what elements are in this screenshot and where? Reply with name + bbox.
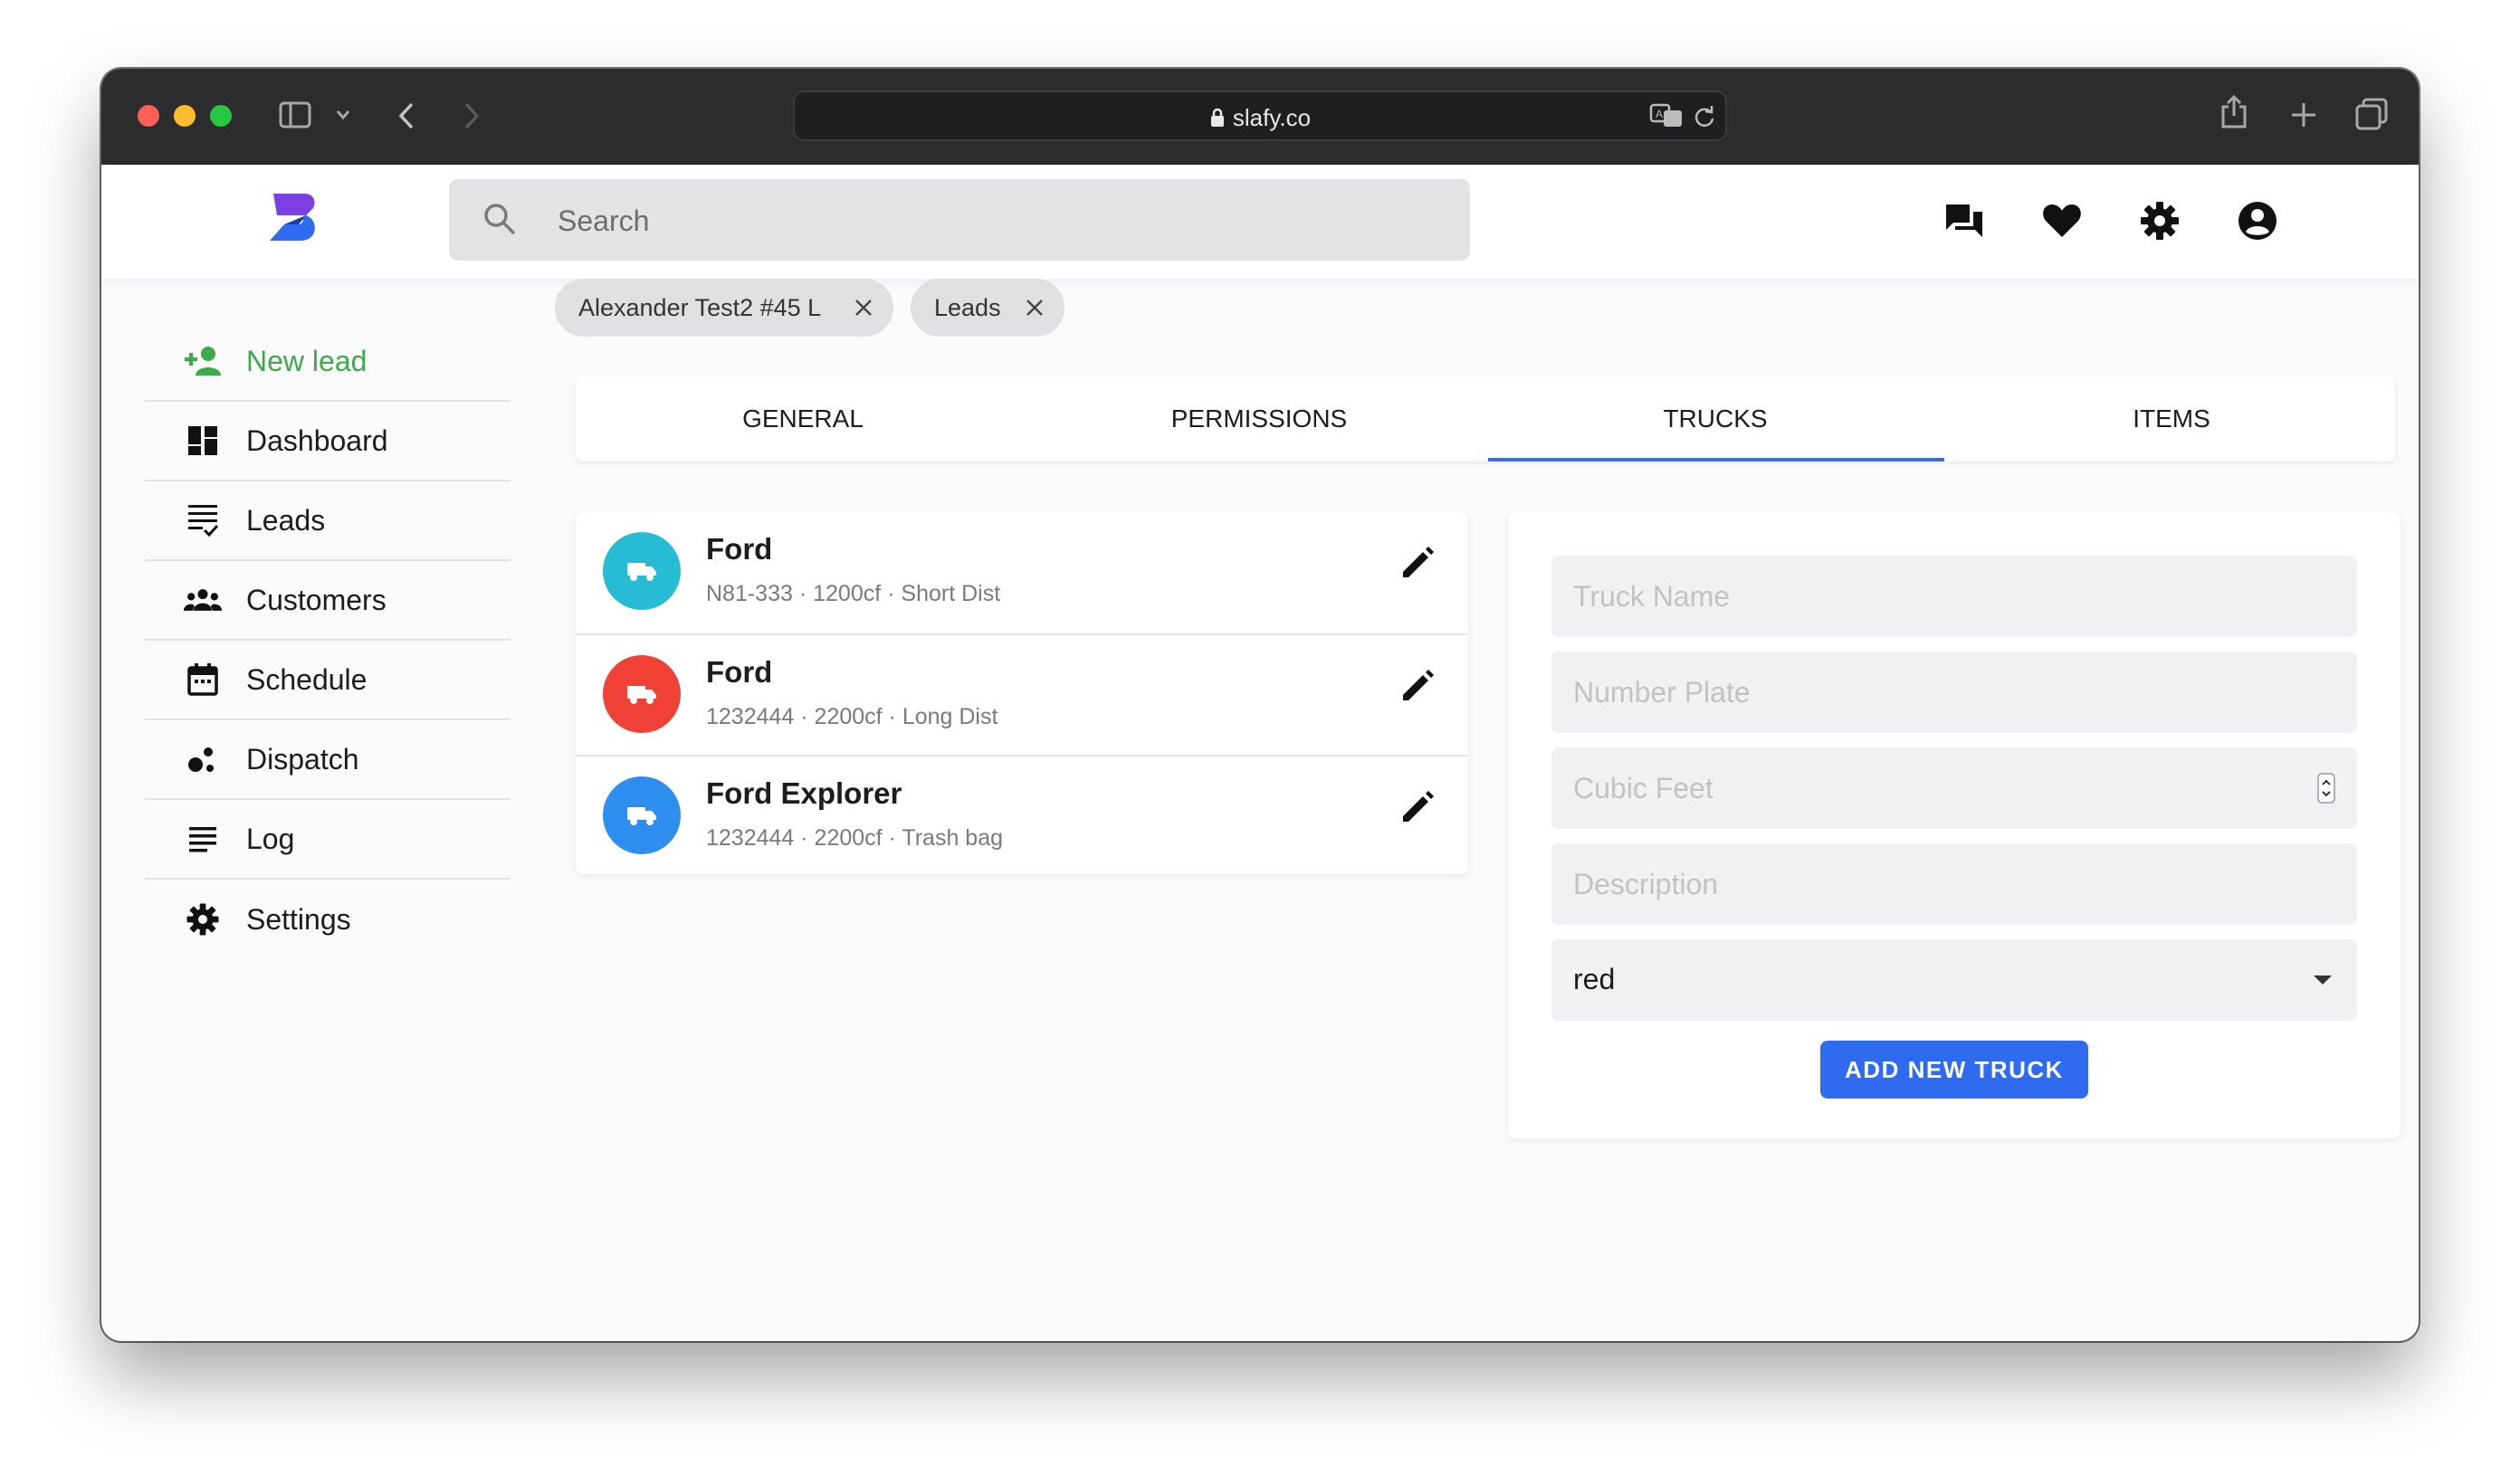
lines-icon	[183, 819, 223, 859]
account-icon[interactable]	[2236, 199, 2279, 243]
cubic-feet-input[interactable]	[1551, 747, 2357, 829]
edit-icon[interactable]	[1398, 787, 1437, 827]
translate-icon[interactable]: A	[1649, 103, 1684, 128]
close-window-button[interactable]	[138, 105, 159, 127]
bubble-chart-icon	[183, 739, 223, 779]
truck-icon	[627, 563, 656, 581]
tab-items[interactable]: ITEMS	[1944, 376, 2399, 462]
add-truck-form: red ADD NEW TRUCK	[1508, 512, 2401, 1138]
number-stepper-icon[interactable]	[2317, 773, 2335, 804]
cubic-feet-wrapper	[1551, 747, 2357, 829]
active-tab-indicator	[1488, 458, 1944, 462]
truck-icon	[627, 807, 656, 825]
caret-down-icon	[2314, 975, 2332, 985]
breadcrumb-chip-lead[interactable]: Alexander Test2 #45 L	[555, 279, 893, 337]
truck-avatar	[603, 776, 681, 854]
svg-text:A: A	[1656, 108, 1663, 120]
dashboard-icon	[183, 421, 223, 461]
browser-window: slafy.co A Search Alexander Test2 #45 L …	[101, 69, 2419, 1341]
chevron-down-icon[interactable]	[335, 109, 351, 121]
browser-toolbar: slafy.co A	[101, 69, 2419, 165]
url-label: slafy.co	[1232, 104, 1312, 131]
share-icon[interactable]	[2219, 94, 2248, 130]
edit-icon[interactable]	[1398, 543, 1437, 583]
truck-details: N81-333 · 1200cf · Short Dist	[706, 581, 1001, 606]
minimize-window-button[interactable]	[174, 105, 196, 127]
tabs-overview-icon[interactable]	[2355, 98, 2388, 130]
truck-list: Ford N81-333 · 1200cf · Short Dist Ford …	[576, 512, 1468, 874]
sidebar-toggle-icon[interactable]	[279, 101, 311, 128]
tab-general[interactable]: GENERAL	[576, 376, 1030, 462]
app-header: Search	[101, 165, 2419, 279]
sidebar-item-settings[interactable]: Settings	[145, 880, 511, 959]
person-add-icon	[183, 341, 223, 381]
search-icon	[484, 204, 516, 235]
chat-icon[interactable]	[1942, 199, 1986, 243]
truck-avatar	[603, 532, 681, 610]
new-tab-icon[interactable]	[2290, 101, 2317, 128]
sidebar-item-dashboard[interactable]: Dashboard	[145, 402, 511, 481]
truck-name-input[interactable]	[1551, 556, 2357, 637]
tab-bar: GENERAL PERMISSIONS TRUCKS ITEMS	[576, 376, 2395, 462]
sidebar-item-log[interactable]: Log	[145, 800, 511, 880]
description-input[interactable]	[1551, 843, 2357, 925]
reload-icon[interactable]	[1693, 105, 1716, 128]
gear-icon	[183, 899, 223, 939]
back-icon[interactable]	[396, 101, 416, 130]
truck-row[interactable]: Ford N81-333 · 1200cf · Short Dist	[576, 512, 1468, 633]
forward-icon[interactable]	[462, 101, 482, 130]
sidebar-item-schedule[interactable]: Schedule	[145, 641, 511, 720]
truck-name: Ford Explorer	[706, 776, 902, 810]
close-icon[interactable]	[1025, 298, 1045, 318]
people-icon	[183, 580, 223, 620]
color-select[interactable]: red	[1551, 939, 2357, 1021]
color-select-value: red	[1573, 963, 1616, 995]
sidebar-item-new-lead[interactable]: New lead	[145, 322, 511, 402]
truck-row[interactable]: Ford Explorer 1232444 · 2200cf · Trash b…	[576, 755, 1468, 878]
slafy-logo[interactable]	[264, 188, 322, 246]
lock-icon	[1209, 107, 1226, 135]
sidebar-item-dispatch[interactable]: Dispatch	[145, 720, 511, 800]
tab-trucks[interactable]: TRUCKS	[1488, 376, 1942, 462]
list-check-icon	[183, 500, 223, 540]
number-plate-input[interactable]	[1551, 652, 2357, 733]
tab-permissions[interactable]: PERMISSIONS	[1032, 376, 1486, 462]
add-new-truck-button[interactable]: ADD NEW TRUCK	[1820, 1041, 2088, 1099]
sidebar-item-leads[interactable]: Leads	[145, 481, 511, 561]
gear-icon[interactable]	[2138, 199, 2181, 243]
truck-row[interactable]: Ford 1232444 · 2200cf · Long Dist	[576, 633, 1468, 757]
chip-label: Leads	[934, 293, 1001, 321]
search-bar[interactable]: Search	[449, 179, 1470, 261]
truck-icon	[627, 686, 656, 704]
truck-name: Ford	[706, 532, 773, 566]
zoom-window-button[interactable]	[210, 105, 232, 127]
truck-details: 1232444 · 2200cf · Trash bag	[706, 825, 1004, 851]
url-text: slafy.co	[795, 104, 1725, 135]
calendar-icon	[183, 660, 223, 699]
truck-avatar	[603, 655, 681, 733]
address-bar[interactable]: slafy.co A	[793, 90, 1727, 141]
sidebar-nav: New lead Dashboard Leads Customers Sched…	[145, 322, 511, 959]
truck-details: 1232444 · 2200cf · Long Dist	[706, 704, 998, 729]
truck-name: Ford	[706, 655, 773, 689]
breadcrumb-chip-leads[interactable]: Leads	[911, 279, 1064, 337]
edit-icon[interactable]	[1398, 666, 1437, 706]
close-icon[interactable]	[854, 298, 873, 318]
chip-label: Alexander Test2 #45 L	[578, 293, 822, 321]
heart-icon[interactable]	[2040, 199, 2084, 243]
search-placeholder: Search	[558, 205, 650, 237]
sidebar-item-customers[interactable]: Customers	[145, 561, 511, 641]
